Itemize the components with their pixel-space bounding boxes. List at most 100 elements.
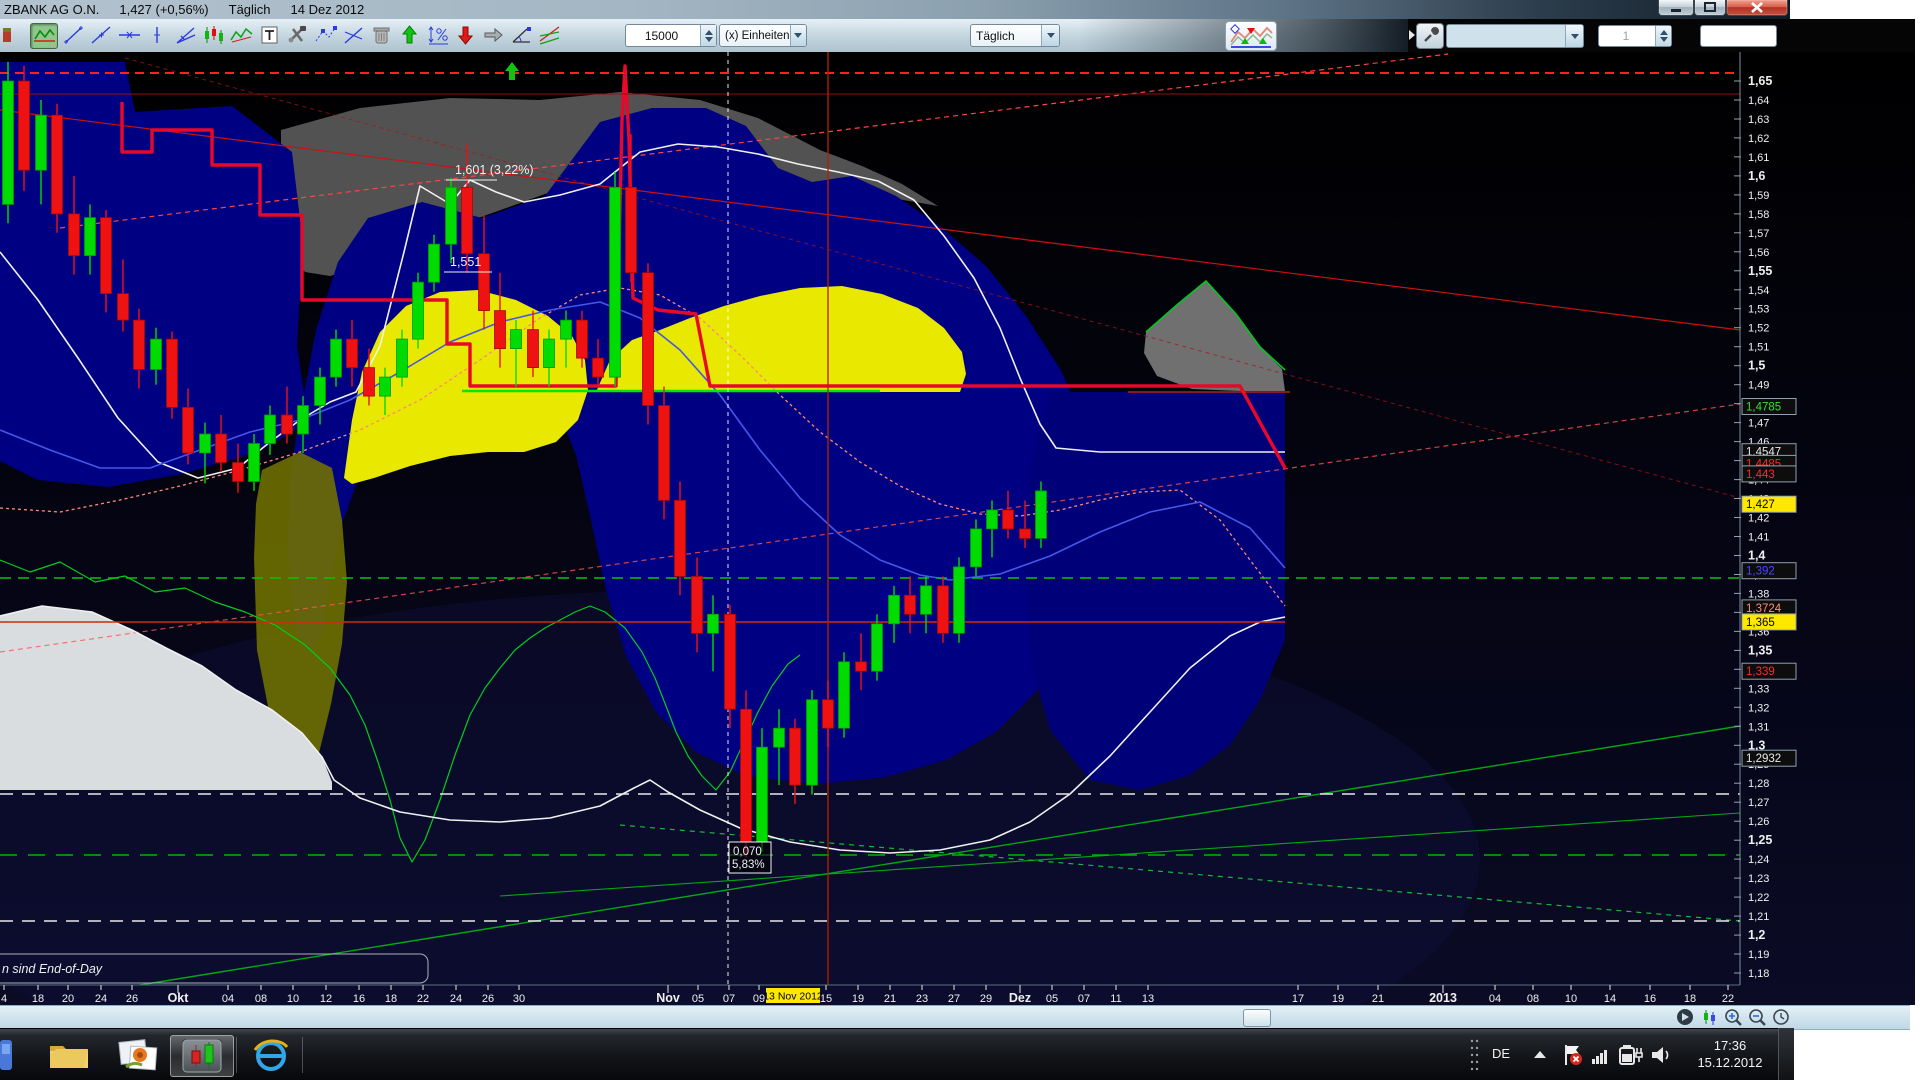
zoom-out-icon[interactable] <box>1748 1008 1766 1026</box>
chart-mode-icon[interactable] <box>30 23 58 49</box>
units-dropdown[interactable]: (x) Einheiten <box>719 24 807 47</box>
svg-text:1,56: 1,56 <box>1748 247 1769 259</box>
panel-spin-buttons[interactable] <box>1655 26 1671 46</box>
svg-text:5,83%: 5,83% <box>732 859 765 871</box>
zoom-in-icon[interactable] <box>1724 1008 1742 1026</box>
svg-text:1,443: 1,443 <box>1746 469 1775 481</box>
svg-text:n sind End-of-Day: n sind End-of-Day <box>2 962 103 976</box>
vertical-line-icon[interactable] <box>144 23 170 47</box>
multi-trend-icon[interactable] <box>536 23 562 47</box>
panel-arrow-icon <box>1408 29 1416 41</box>
history-clock-icon[interactable] <box>1772 1008 1790 1026</box>
panel-spinner-value: 1 <box>1623 29 1632 43</box>
svg-text:1,63: 1,63 <box>1748 114 1769 126</box>
scrollbar-handle[interactable] <box>1243 1009 1271 1027</box>
candle-chart-icon[interactable] <box>1700 1008 1718 1026</box>
hidden-icons-arrow[interactable] <box>1534 1051 1546 1058</box>
wrench-button[interactable] <box>1416 23 1444 49</box>
amount-spinner[interactable]: 15000 <box>625 24 717 47</box>
svg-text:1,54: 1,54 <box>1748 285 1769 297</box>
svg-text:22: 22 <box>417 993 429 1005</box>
svg-text:1,26: 1,26 <box>1748 816 1769 828</box>
photo-viewer-icon[interactable] <box>112 1035 164 1075</box>
svg-text:10: 10 <box>1565 993 1577 1005</box>
trash-icon[interactable] <box>368 23 394 47</box>
svg-text:1,27: 1,27 <box>1748 797 1769 809</box>
svg-text:21: 21 <box>884 993 896 1005</box>
svg-text:13: 13 <box>1142 993 1154 1005</box>
symbol-search-arrow[interactable] <box>1565 25 1583 47</box>
taskbar-separator <box>302 1037 303 1073</box>
svg-text:16: 16 <box>1644 993 1656 1005</box>
svg-text:1,51: 1,51 <box>1748 342 1769 354</box>
symbol-search-box[interactable] <box>1446 24 1584 48</box>
speaker-icon[interactable] <box>1650 1044 1674 1071</box>
svg-text:27: 27 <box>948 993 960 1005</box>
panel-input[interactable] <box>1700 25 1777 47</box>
zigzag-icon[interactable] <box>228 23 254 47</box>
tools-settings-icon[interactable] <box>284 23 310 47</box>
minimize-button[interactable] <box>1658 0 1694 16</box>
chart-app-taskbar-button[interactable] <box>170 1035 234 1077</box>
horizontal-line-icon[interactable] <box>116 23 142 47</box>
minimize-icon <box>1659 0 1693 15</box>
timeframe-dropdown-arrow[interactable] <box>1041 25 1059 46</box>
start-fragment-icon[interactable] <box>0 1035 14 1075</box>
trendline-icon[interactable] <box>88 23 114 47</box>
play-arrow-icon[interactable] <box>1676 1008 1694 1026</box>
panel-spinner[interactable]: 1 <box>1598 25 1672 47</box>
clock[interactable]: 17:36 15.12.2012 <box>1688 1037 1772 1071</box>
amount-spin-buttons[interactable] <box>700 25 716 46</box>
svg-text:13 Nov 2012: 13 Nov 2012 <box>763 991 823 1003</box>
tray-grip[interactable] <box>1470 1037 1482 1078</box>
svg-text:1,49: 1,49 <box>1748 380 1769 392</box>
svg-text:22: 22 <box>1722 993 1734 1005</box>
svg-text:1,5: 1,5 <box>1748 359 1765 373</box>
svg-text:07: 07 <box>1078 993 1090 1005</box>
chart-scrollbar[interactable] <box>0 1005 1910 1030</box>
crossed-lines-icon[interactable] <box>340 23 366 47</box>
svg-text:16: 16 <box>353 993 365 1005</box>
svg-text:1,365: 1,365 <box>1746 617 1775 629</box>
svg-text:04: 04 <box>1489 993 1501 1005</box>
arrow-up-icon[interactable] <box>396 23 422 47</box>
svg-text:23: 23 <box>916 993 928 1005</box>
angle-tool-icon[interactable] <box>508 23 534 47</box>
svg-text:08: 08 <box>1527 993 1539 1005</box>
svg-text:30: 30 <box>513 993 525 1005</box>
indicator-chart-button[interactable] <box>1225 21 1277 51</box>
arrow-down-icon[interactable] <box>452 23 478 47</box>
svg-text:1,53: 1,53 <box>1748 304 1769 316</box>
instrument-name: ZBANK AG O.N. <box>4 2 99 17</box>
svg-text:1,52: 1,52 <box>1748 323 1769 335</box>
network-signal-icon[interactable] <box>1592 1047 1610 1070</box>
battery-plug-icon[interactable] <box>1618 1044 1644 1071</box>
svg-text:2013: 2013 <box>1429 991 1457 1005</box>
internet-explorer-icon[interactable] <box>242 1035 300 1075</box>
timeframe-dropdown[interactable]: Täglich <box>970 24 1060 47</box>
action-center-flag-icon[interactable] <box>1562 1043 1584 1072</box>
explorer-folder-icon[interactable] <box>44 1035 94 1075</box>
svg-text:1,3724: 1,3724 <box>1746 603 1782 615</box>
svg-text:1,19: 1,19 <box>1748 949 1769 961</box>
percent-measure-icon[interactable] <box>424 23 450 47</box>
chart-area[interactable]: 1,601 (3,22%)1,5510,0705,83%n sind End-o… <box>0 52 1915 1005</box>
mini-candles-icon[interactable] <box>200 23 226 47</box>
svg-text:1,4: 1,4 <box>1748 549 1765 563</box>
text-tool-icon[interactable] <box>256 23 282 47</box>
units-dropdown-arrow[interactable] <box>790 25 806 46</box>
close-button[interactable] <box>1726 0 1788 16</box>
language-label: DE <box>1492 1046 1510 1061</box>
show-desktop-button[interactable] <box>1778 1028 1794 1080</box>
maximize-icon <box>1695 0 1725 15</box>
point-trendline-icon[interactable] <box>60 23 86 47</box>
dotted-polyline-icon[interactable] <box>312 23 338 47</box>
language-indicator[interactable]: DE <box>1492 1046 1510 1061</box>
svg-text:1,21: 1,21 <box>1748 911 1769 923</box>
fan-lines-icon[interactable] <box>172 23 198 47</box>
arrow-right-icon[interactable] <box>480 23 506 47</box>
clipped-tool-icon[interactable] <box>2 23 28 47</box>
svg-text:24: 24 <box>450 993 462 1005</box>
indicator-chart-icon <box>1229 24 1273 48</box>
maximize-button[interactable] <box>1694 0 1726 16</box>
